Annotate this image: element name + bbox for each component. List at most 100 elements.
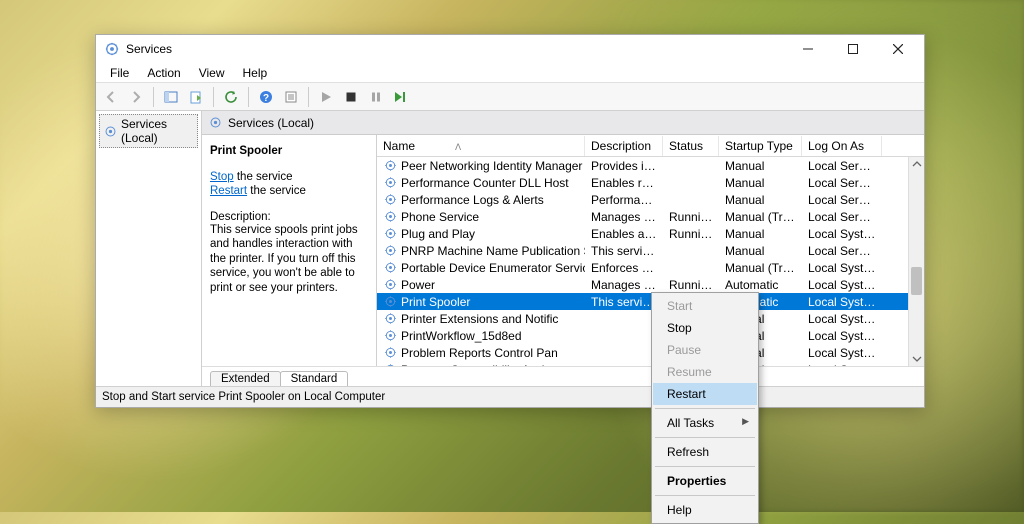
service-gear-icon <box>383 176 397 190</box>
services-window: Services File Action View Help ? <box>95 34 925 408</box>
service-logon: Local Syste... <box>802 261 882 275</box>
ctx-help[interactable]: Help <box>653 499 757 521</box>
stop-service-icon[interactable] <box>340 86 362 108</box>
service-name: Peer Networking Identity Manager <box>401 159 582 173</box>
minimize-button[interactable] <box>785 35 830 63</box>
service-row[interactable]: PNRP Machine Name Publication ServiceThi… <box>377 242 924 259</box>
service-description: Enforces gr... <box>585 261 663 275</box>
menu-action[interactable]: Action <box>139 64 188 82</box>
service-gear-icon <box>383 329 397 343</box>
export-list-icon[interactable] <box>185 86 207 108</box>
detail-pane: Print Spooler Stop the service Restart t… <box>202 135 377 366</box>
scroll-thumb[interactable] <box>911 267 922 295</box>
description-body: This service spools print jobs and handl… <box>210 223 366 295</box>
service-gear-icon <box>383 244 397 258</box>
tab-standard[interactable]: Standard <box>280 371 349 386</box>
col-status[interactable]: Status <box>663 136 719 156</box>
col-startup-type[interactable]: Startup Type <box>719 136 802 156</box>
properties-icon[interactable] <box>280 86 302 108</box>
service-logon: Local Syste... <box>802 312 882 326</box>
content-area: Services (Local) Services (Local) Print … <box>96 111 924 387</box>
selected-service-name: Print Spooler <box>210 145 366 157</box>
service-gear-icon <box>383 227 397 241</box>
service-gear-icon <box>383 312 397 326</box>
service-logon: Local Syste... <box>802 227 882 241</box>
service-name: PNRP Machine Name Publication Service <box>401 244 585 258</box>
restart-link[interactable]: Restart <box>210 185 247 197</box>
service-name: Phone Service <box>401 210 479 224</box>
ctx-properties[interactable]: Properties <box>653 470 757 492</box>
service-gear-icon <box>383 159 397 173</box>
service-status: Running <box>663 278 719 292</box>
show-hide-tree-icon[interactable] <box>160 86 182 108</box>
refresh-icon[interactable] <box>220 86 242 108</box>
service-startup: Manual <box>719 159 802 173</box>
service-name: Portable Device Enumerator Service <box>401 261 585 275</box>
service-status: Running <box>663 227 719 241</box>
service-row[interactable]: Phone ServiceManages th...RunningManual … <box>377 208 924 225</box>
service-row[interactable]: PowerManages po...RunningAutomaticLocal … <box>377 276 924 293</box>
service-row[interactable]: Performance Counter DLL HostEnables rem.… <box>377 174 924 191</box>
ctx-refresh[interactable]: Refresh <box>653 441 757 463</box>
service-name: Plug and Play <box>401 227 475 241</box>
statusbar: Stop and Start service Print Spooler on … <box>96 387 924 407</box>
scroll-down-icon[interactable] <box>909 352 924 366</box>
tab-extended[interactable]: Extended <box>210 371 281 386</box>
view-tabs: Extended Standard <box>202 366 924 386</box>
pause-service-icon <box>365 86 387 108</box>
service-logon: Local Syste... <box>802 329 882 343</box>
service-description: Provides ide... <box>585 159 663 173</box>
col-name[interactable]: Nameᐱ <box>377 136 585 156</box>
service-name: Performance Counter DLL Host <box>401 176 569 190</box>
help-icon[interactable]: ? <box>255 86 277 108</box>
service-logon: Local Service <box>802 210 882 224</box>
service-row[interactable]: Peer Networking Identity ManagerProvides… <box>377 157 924 174</box>
service-gear-icon <box>383 193 397 207</box>
start-service-icon <box>315 86 337 108</box>
maximize-button[interactable] <box>830 35 875 63</box>
service-logon: Local Syste... <box>802 346 882 360</box>
service-startup: Manual (Trig... <box>719 210 802 224</box>
services-tree-icon <box>103 124 117 138</box>
ctx-start: Start <box>653 295 757 317</box>
ctx-resume: Resume <box>653 361 757 383</box>
services-app-icon <box>104 41 120 57</box>
stop-suffix: the service <box>234 171 293 183</box>
ctx-stop[interactable]: Stop <box>653 317 757 339</box>
service-description: Enables a co... <box>585 227 663 241</box>
scroll-up-icon[interactable] <box>909 157 924 171</box>
tree-root-services-local[interactable]: Services (Local) <box>99 114 198 148</box>
service-name: Printer Extensions and Notific <box>401 312 558 326</box>
service-startup: Manual <box>719 193 802 207</box>
ctx-all-tasks[interactable]: All Tasks ▶ <box>653 412 757 434</box>
service-row[interactable]: Portable Device Enumerator ServiceEnforc… <box>377 259 924 276</box>
list-scrollbar[interactable] <box>908 157 924 366</box>
right-header-label: Services (Local) <box>228 116 314 130</box>
ctx-restart[interactable]: Restart <box>653 383 757 405</box>
ctx-sep <box>655 437 755 438</box>
tree-pane: Services (Local) <box>96 111 202 386</box>
tree-root-label: Services (Local) <box>121 117 194 145</box>
toolbar: ? <box>96 83 924 111</box>
menu-help[interactable]: Help <box>235 64 276 82</box>
col-description[interactable]: Description <box>585 136 663 156</box>
service-logon: Local Service <box>802 193 882 207</box>
service-gear-icon <box>383 363 397 367</box>
service-row[interactable]: Performance Logs & AlertsPerformanc...Ma… <box>377 191 924 208</box>
close-button[interactable] <box>875 35 920 63</box>
restart-service-icon[interactable] <box>390 86 412 108</box>
svg-text:?: ? <box>263 93 269 104</box>
menu-file[interactable]: File <box>102 64 137 82</box>
service-gear-icon <box>383 210 397 224</box>
col-log-on-as[interactable]: Log On As <box>802 136 882 156</box>
menu-view[interactable]: View <box>191 64 233 82</box>
service-startup: Automatic <box>719 278 802 292</box>
service-startup: Manual <box>719 176 802 190</box>
forward-icon <box>125 86 147 108</box>
description-heading: Description: <box>210 211 366 223</box>
service-row[interactable]: Plug and PlayEnables a co...RunningManua… <box>377 225 924 242</box>
ctx-sep <box>655 466 755 467</box>
service-gear-icon <box>383 261 397 275</box>
stop-link[interactable]: Stop <box>210 171 234 183</box>
ctx-pause: Pause <box>653 339 757 361</box>
